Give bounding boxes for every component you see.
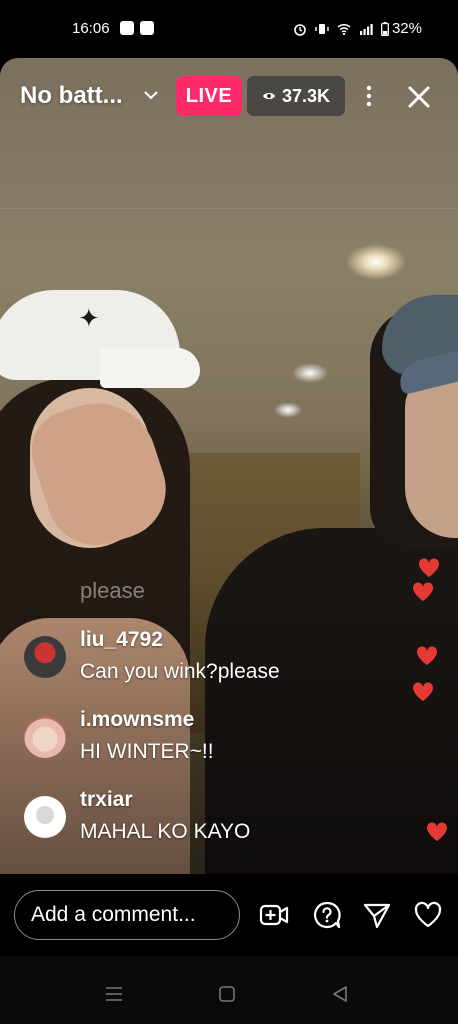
heart-icon[interactable] [413, 900, 443, 930]
floating-heart-icon [426, 822, 448, 841]
fading-comment: please [80, 578, 145, 603]
youtube-icon [140, 21, 154, 35]
comment-item[interactable]: liu_4792 Can you wink?please [24, 628, 384, 698]
status-bar: 16:06 32% [0, 0, 458, 60]
alarm-icon [294, 23, 306, 36]
person-left-cap-brim [100, 348, 200, 388]
question-icon[interactable] [312, 900, 342, 930]
wifi-icon [337, 23, 351, 35]
home-icon[interactable] [219, 986, 235, 1002]
comment-text: Can you wink?please [80, 660, 280, 683]
comment-input[interactable]: Add a comment... [14, 890, 240, 940]
avatar[interactable] [24, 716, 66, 758]
viewer-count-badge[interactable]: 37.3K [247, 76, 345, 116]
music-icon [120, 21, 134, 35]
avatar[interactable] [24, 636, 66, 678]
more-options-icon[interactable] [360, 82, 378, 110]
battery-level: 32% [381, 20, 422, 37]
person-right-face [405, 368, 458, 538]
floating-heart-icon [412, 582, 434, 601]
eye-icon [262, 93, 275, 99]
comment-text: MAHAL KO KAYO [80, 820, 251, 843]
vibrate-icon [315, 23, 329, 34]
ceiling [0, 208, 458, 209]
status-app-icons [120, 21, 154, 35]
recents-icon[interactable] [105, 986, 123, 1002]
status-time: 16:06 [72, 20, 110, 37]
signal-icon [359, 23, 373, 35]
battery-percent: 32% [391, 20, 422, 37]
floating-heart-icon [418, 558, 440, 577]
send-icon[interactable] [362, 900, 392, 930]
add-video-icon[interactable] [259, 900, 289, 930]
battery-icon [381, 21, 389, 36]
back-icon[interactable] [332, 986, 348, 1002]
comment-username[interactable]: trxiar [80, 788, 133, 812]
system-nav-bar [0, 956, 458, 1024]
comment-item[interactable]: i.mownsme HI WINTER~!! [24, 708, 384, 778]
floating-heart-icon [412, 682, 434, 701]
comment-bar: Add a comment... [0, 874, 458, 956]
live-header: No batt... LIVE 37.3K [0, 74, 458, 118]
comment-text: HI WINTER~!! [80, 740, 214, 763]
stream-title[interactable]: No batt... [20, 82, 123, 110]
chevron-down-icon[interactable] [142, 86, 160, 104]
comment-username[interactable]: i.mownsme [80, 708, 194, 732]
comment-item[interactable]: trxiar MAHAL KO KAYO [24, 788, 384, 858]
cap-logo-icon: ✦ [78, 303, 100, 333]
floating-heart-icon [416, 646, 438, 665]
comment-username[interactable]: liu_4792 [80, 628, 163, 652]
close-icon[interactable] [404, 82, 434, 112]
viewer-count: 37.3K [281, 85, 331, 106]
avatar[interactable] [24, 796, 66, 838]
live-badge: LIVE [176, 76, 242, 116]
status-right: 32% [293, 20, 422, 37]
